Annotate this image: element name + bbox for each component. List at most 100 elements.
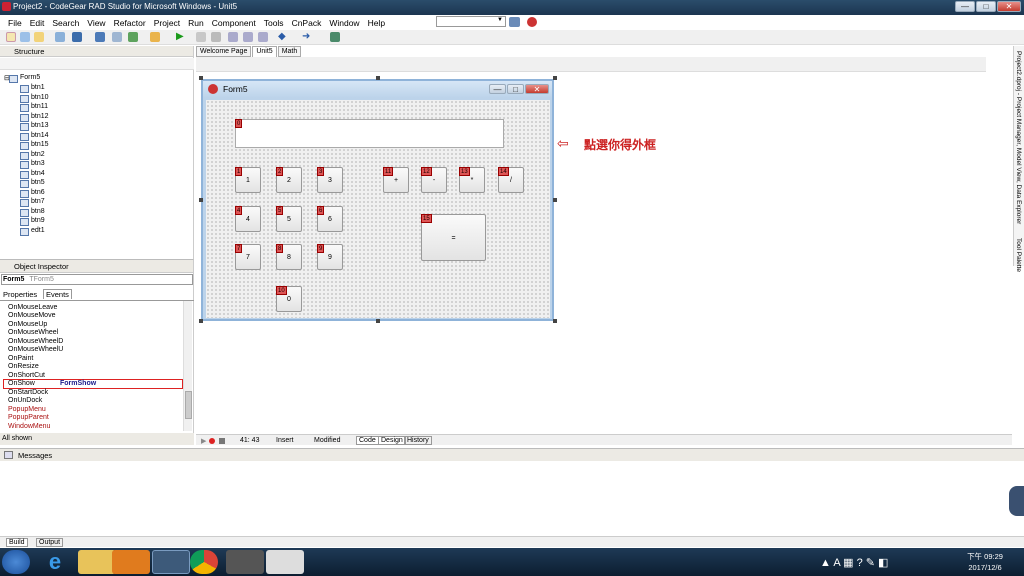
btn15-equals-button[interactable]: 15 = xyxy=(421,214,486,261)
event-onshow[interactable]: OnShow xyxy=(8,380,35,389)
selection-handle[interactable] xyxy=(376,76,380,80)
btn4-button[interactable]: 44 xyxy=(235,206,261,232)
btn2-button[interactable]: 22 xyxy=(276,167,302,193)
close-file-icon[interactable] xyxy=(112,32,122,42)
new-items-icon[interactable] xyxy=(20,32,30,42)
tab-design[interactable]: Design xyxy=(378,436,406,445)
event-onmousemove[interactable]: OnMouseMove xyxy=(8,312,55,321)
media-player-icon[interactable] xyxy=(112,550,150,574)
tree-item-btn11[interactable]: btn11 xyxy=(20,102,48,112)
back-icon[interactable]: ◆ xyxy=(278,32,288,42)
tab-code[interactable]: Code xyxy=(356,436,379,445)
selection-handle[interactable] xyxy=(199,319,203,323)
menu-edit[interactable]: Edit xyxy=(26,18,49,28)
btn3-button[interactable]: 33 xyxy=(317,167,343,193)
tab-events[interactable]: Events xyxy=(43,289,72,299)
scrollbar-thumb[interactable] xyxy=(185,391,192,419)
tray-clock[interactable]: 下午 09:29 2017/12/6 xyxy=(956,551,1014,573)
menu-help[interactable]: Help xyxy=(364,18,389,28)
btn8-button[interactable]: 88 xyxy=(276,244,302,270)
file-explorer-icon[interactable] xyxy=(78,550,116,574)
tree-item-btn3[interactable]: btn3 xyxy=(20,159,45,169)
side-tab-tool-palette[interactable]: Tool Palette xyxy=(1015,238,1022,272)
menu-tools[interactable]: Tools xyxy=(260,18,288,28)
tray-icons[interactable]: ▲ A ▦ ? ✎ ◧ xyxy=(820,556,888,569)
tree-item-btn1[interactable]: btn1 xyxy=(20,83,45,93)
menu-window[interactable]: Window xyxy=(325,18,363,28)
btn10-zero-button[interactable]: 10 0 xyxy=(276,286,302,312)
record-macro-icon[interactable] xyxy=(209,438,215,444)
event-onmousewheel[interactable]: OnMouseWheel xyxy=(8,329,58,338)
menu-view[interactable]: View xyxy=(83,18,109,28)
new-icon[interactable] xyxy=(6,32,16,42)
tab-properties[interactable]: Properties xyxy=(3,290,37,299)
selection-handle[interactable] xyxy=(553,319,557,323)
event-onundock[interactable]: OnUnDock xyxy=(8,397,42,406)
add-file-icon[interactable] xyxy=(128,32,138,42)
calendar-app-icon[interactable] xyxy=(266,550,304,574)
remove-file-icon[interactable] xyxy=(150,32,160,42)
tree-item-btn13[interactable]: btn13 xyxy=(20,121,49,131)
tools-icon[interactable] xyxy=(226,550,264,574)
menu-refactor[interactable]: Refactor xyxy=(110,18,150,28)
run-to-cursor-icon[interactable] xyxy=(258,32,268,42)
tree-root-form5[interactable]: Form5 xyxy=(9,73,40,83)
tree-item-btn5[interactable]: btn5 xyxy=(20,178,45,188)
save-all-icon[interactable] xyxy=(95,32,105,42)
selection-handle[interactable] xyxy=(199,198,203,202)
inspector-object-selector[interactable]: Form5 TForm5 xyxy=(1,274,193,285)
menu-project[interactable]: Project xyxy=(150,18,184,28)
menu-file[interactable]: File xyxy=(4,18,26,28)
tree-item-btn9[interactable]: btn9 xyxy=(20,216,45,226)
btn11-plus-button[interactable]: 11 + xyxy=(383,167,409,193)
open-project-icon[interactable] xyxy=(55,32,65,42)
stop-icon[interactable] xyxy=(211,32,221,42)
tab-output[interactable]: Output xyxy=(36,538,64,547)
selection-handle[interactable] xyxy=(376,319,380,323)
tab-math[interactable]: Math xyxy=(277,46,302,57)
menu-component[interactable]: Component xyxy=(208,18,260,28)
trace-into-icon[interactable] xyxy=(228,32,238,42)
btn7-button[interactable]: 77 xyxy=(235,244,261,270)
tree-item-edt1[interactable]: edt1 xyxy=(20,226,45,236)
form5-client-area[interactable]: 0 11 22 33 11 + 12- 13 * 14/ 44 55 66 77 8… xyxy=(206,100,550,318)
tree-item-btn15[interactable]: btn15 xyxy=(20,140,49,150)
desktop-layout-combo[interactable]: ▼ xyxy=(436,16,506,27)
internet-explorer-icon[interactable]: e xyxy=(36,550,74,574)
btn12-minus-button[interactable]: 12- xyxy=(421,167,447,193)
menu-search[interactable]: Search xyxy=(48,18,83,28)
btn6-button[interactable]: 66 xyxy=(317,206,343,232)
chrome-icon[interactable] xyxy=(190,550,218,574)
tab-build[interactable]: Build xyxy=(6,538,28,547)
tab-history[interactable]: History xyxy=(404,436,432,445)
event-popupparent[interactable]: PopupParent xyxy=(8,414,49,423)
side-tab-project-manager[interactable]: Project2.dproj - Project Manager, Model … xyxy=(1015,51,1022,224)
tab-unit5[interactable]: Unit5 xyxy=(252,46,277,57)
maximize-button[interactable]: □ xyxy=(976,1,996,12)
btn14-divide-button[interactable]: 14/ xyxy=(498,167,524,193)
event-onshow-handler[interactable]: FormShow xyxy=(60,380,96,387)
tree-item-btn7[interactable]: btn7 xyxy=(20,197,45,207)
menu-cnpack[interactable]: CnPack xyxy=(288,18,326,28)
menu-run[interactable]: Run xyxy=(184,18,208,28)
play-macro-icon[interactable]: ▶ xyxy=(201,437,206,445)
rad-studio-taskbar-icon[interactable] xyxy=(152,550,190,574)
edt1-edit[interactable]: 0 xyxy=(235,119,504,148)
close-button[interactable]: ✕ xyxy=(997,1,1021,12)
btn13-multiply-button[interactable]: 13 * xyxy=(459,167,485,193)
help-icon[interactable] xyxy=(330,32,340,42)
btn1-button[interactable]: 11 xyxy=(235,167,261,193)
inspector-scrollbar[interactable] xyxy=(183,301,192,431)
btn5-button[interactable]: 55 xyxy=(276,206,302,232)
stop-macro-icon[interactable] xyxy=(219,438,225,444)
spartan-helmet-icon[interactable] xyxy=(527,17,537,27)
run-icon[interactable]: ▶ xyxy=(176,32,186,42)
floating-tool-icon[interactable] xyxy=(1009,486,1024,516)
selection-handle[interactable] xyxy=(199,76,203,80)
event-windowmenu[interactable]: WindowMenu xyxy=(8,423,50,432)
step-over-icon[interactable] xyxy=(243,32,253,42)
btn9-button[interactable]: 99 xyxy=(317,244,343,270)
pause-icon[interactable] xyxy=(196,32,206,42)
form5-window[interactable]: Form5 — □ ✕ 0 11 22 33 11 + 12- 13 * 14/ 4… xyxy=(201,79,554,321)
event-onresize[interactable]: OnResize xyxy=(8,363,39,372)
